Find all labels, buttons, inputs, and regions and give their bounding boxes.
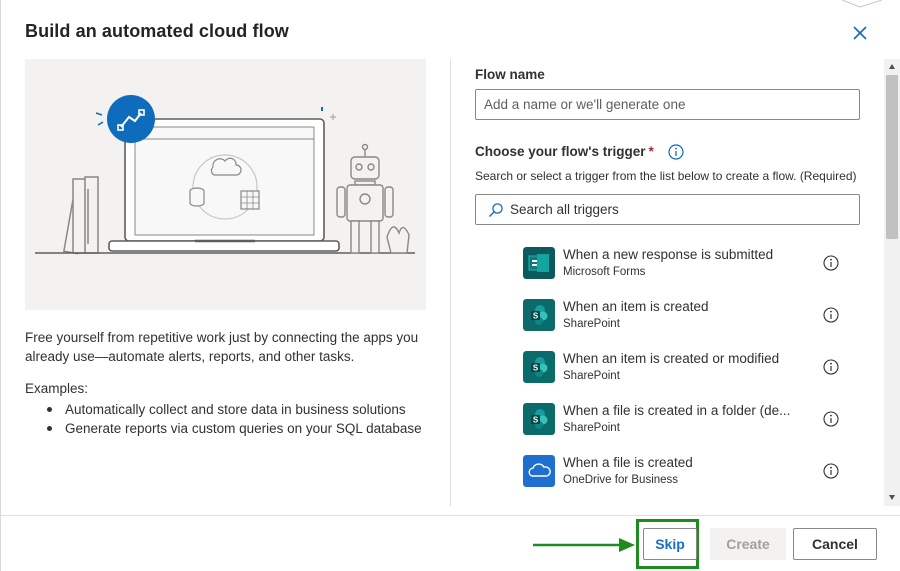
info-icon[interactable] — [823, 307, 839, 323]
trigger-label: Choose your flow's trigger — [475, 144, 646, 159]
sharepoint-icon: S — [523, 351, 555, 383]
examples-list: Automatically collect and store data in … — [25, 400, 435, 438]
footer-divider — [0, 515, 900, 516]
laptop-illustration — [35, 95, 415, 255]
bullet-icon — [47, 426, 52, 431]
dialog-title: Build an automated cloud flow — [25, 21, 289, 41]
skip-button[interactable]: Skip — [643, 528, 697, 560]
trigger-item[interactable]: When a new response is submitted Microso… — [475, 237, 875, 289]
bullet-icon — [47, 407, 52, 412]
flow-name-label: Flow name — [475, 67, 545, 82]
example-text: Automatically collect and store data in … — [65, 402, 406, 417]
trigger-title: When a new response is submitted — [563, 247, 774, 262]
sharepoint-icon: S — [523, 299, 555, 331]
trigger-item[interactable]: S When an item is created or modified Sh… — [475, 341, 875, 393]
example-text: Generate reports via custom queries on y… — [65, 421, 422, 436]
trigger-title: When an item is created or modified — [563, 351, 780, 366]
scrollbar[interactable] — [884, 59, 900, 506]
scroll-up-arrow-icon[interactable] — [888, 63, 896, 71]
svg-text:S: S — [533, 364, 539, 373]
example-item: Generate reports via custom queries on y… — [25, 419, 435, 438]
close-icon[interactable] — [849, 22, 871, 44]
trigger-app: SharePoint — [563, 370, 620, 382]
trigger-title: When an item is created — [563, 299, 709, 314]
info-icon[interactable] — [823, 463, 839, 479]
dialog-edge — [0, 0, 1, 571]
scroll-down-arrow-icon[interactable] — [888, 493, 896, 501]
intro-description: Free yourself from repetitive work just … — [25, 330, 419, 364]
trigger-item[interactable]: When a file is created OneDrive for Busi… — [475, 445, 875, 497]
info-icon[interactable] — [823, 359, 839, 375]
trigger-app: SharePoint — [563, 422, 620, 434]
onedrive-icon — [523, 455, 555, 487]
info-icon[interactable] — [823, 255, 839, 271]
flow-name-input[interactable] — [475, 89, 860, 120]
trigger-helper-text: Search or select a trigger from the list… — [475, 169, 857, 183]
examples-label: Examples: — [25, 381, 89, 396]
trigger-search-box[interactable] — [475, 194, 860, 225]
forms-icon — [523, 247, 555, 279]
trigger-app: Microsoft Forms — [563, 266, 646, 278]
create-button[interactable]: Create — [710, 528, 786, 560]
search-icon — [489, 203, 503, 217]
svg-text:S: S — [533, 312, 539, 321]
build-flow-dialog: Build an automated cloud flow Free yours… — [0, 0, 900, 571]
arrow-annotation-icon — [533, 538, 635, 552]
hero-illustration — [25, 59, 426, 310]
trigger-item[interactable]: S When an item is created SharePoint — [475, 289, 875, 341]
trigger-title: When a file is created — [563, 455, 693, 470]
trigger-title: When a file is created in a folder (de..… — [563, 403, 791, 418]
info-icon[interactable] — [823, 411, 839, 427]
required-mark: * — [648, 144, 654, 159]
trigger-app: SharePoint — [563, 318, 620, 330]
example-item: Automatically collect and store data in … — [25, 400, 435, 419]
trigger-app: OneDrive for Business — [563, 474, 679, 486]
svg-text:S: S — [533, 416, 539, 425]
dialog-notch — [842, 0, 882, 8]
sharepoint-icon: S — [523, 403, 555, 435]
trigger-list: When a new response is submitted Microso… — [475, 237, 875, 499]
scrollbar-thumb[interactable] — [886, 75, 898, 239]
info-icon[interactable] — [667, 144, 684, 161]
trigger-item[interactable]: S When a file is created in a folder (de… — [475, 393, 875, 445]
trigger-label-row: Choose your flow's trigger * — [475, 144, 684, 161]
cancel-button[interactable]: Cancel — [793, 528, 877, 560]
panel-divider — [450, 59, 451, 506]
trigger-search-input[interactable] — [510, 195, 850, 224]
